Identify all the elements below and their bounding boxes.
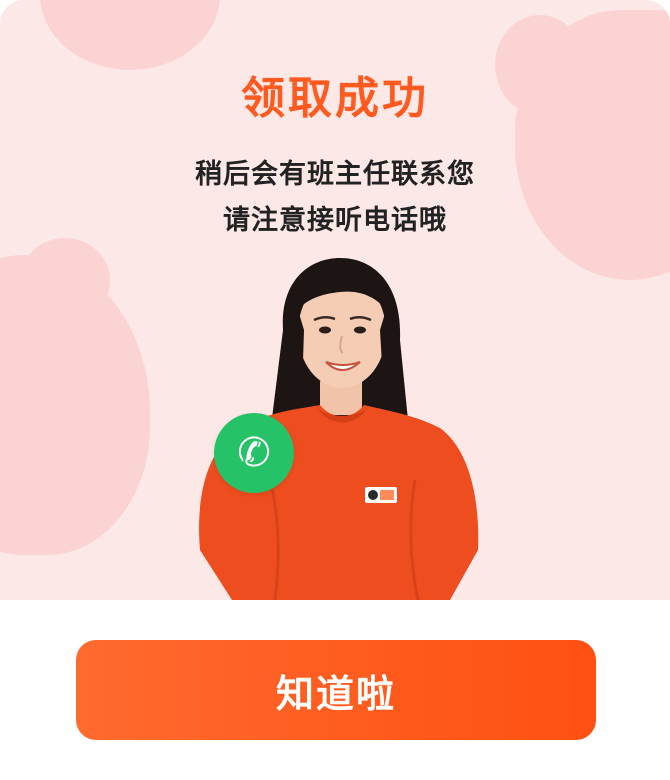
- call-badge: ✆: [214, 413, 294, 493]
- decor-blob: [20, 238, 110, 323]
- acknowledge-button[interactable]: 知道啦: [76, 640, 596, 740]
- decor-blob: [40, 0, 220, 70]
- phone-icon: ✆: [237, 430, 271, 476]
- dialog-title: 领取成功: [241, 73, 429, 124]
- hero-banner: 领取成功 稍后会有班主任联系您 请注意接听电话哦 ✆: [0, 0, 670, 600]
- dialog-subtitle-line1: 稍后会有班主任联系您: [195, 159, 475, 190]
- success-dialog: 领取成功 稍后会有班主任联系您 请注意接听电话哦 ✆ 知道啦: [0, 0, 670, 780]
- dialog-subtitle-line2: 请注意接听电话哦: [223, 205, 447, 236]
